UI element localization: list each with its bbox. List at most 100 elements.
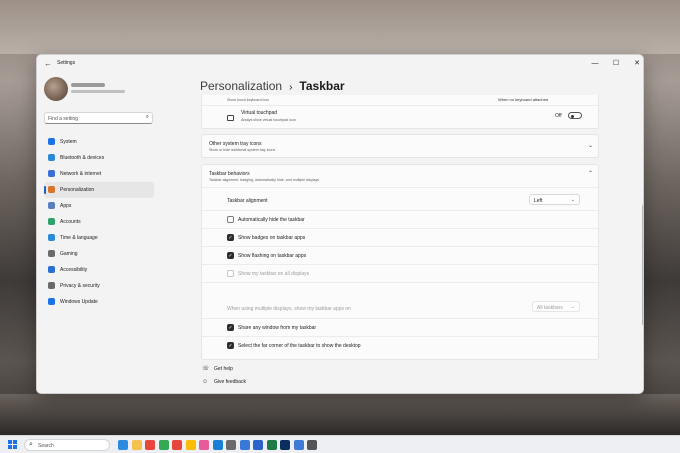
sidebar-item-bluetooth-devices[interactable]: Bluetooth & devices — [44, 150, 154, 166]
chevron-up-icon[interactable]: ⌃ — [588, 170, 593, 177]
controller-icon — [48, 250, 55, 257]
checkbox — [227, 270, 234, 277]
checkbox-label: Automatically hide the taskbar — [238, 217, 305, 223]
row-divider — [202, 318, 598, 319]
row-divider — [202, 210, 598, 211]
store-app-icon[interactable] — [239, 440, 250, 450]
notepad-app-icon[interactable] — [293, 440, 304, 450]
excel-app-icon[interactable] — [266, 440, 277, 450]
phone-link-app-icon[interactable] — [253, 440, 263, 450]
virtual-touchpad-title: Virtual touchpad — [241, 110, 278, 116]
minimize-button[interactable]: — — [589, 58, 601, 70]
brush-icon — [48, 186, 55, 193]
virtual-touchpad-toggle[interactable] — [568, 112, 582, 119]
person-icon — [48, 218, 55, 225]
wallpaper-rock — [0, 394, 680, 435]
checkbox-label: Show flashing on taskbar apps — [238, 253, 307, 259]
sidebar-item-label: Accounts — [60, 219, 81, 225]
photoshop-app-icon[interactable] — [280, 440, 290, 450]
monitor-icon — [48, 138, 55, 145]
edge-app-icon[interactable] — [118, 440, 128, 450]
row-divider — [202, 264, 598, 265]
sidebar-item-label: Network & internet — [60, 171, 102, 177]
maximize-button[interactable]: ☐ — [610, 58, 622, 70]
sidebar-item-label: System — [60, 139, 77, 145]
shield-icon — [48, 282, 55, 289]
get-help-link[interactable]: Get help — [214, 366, 233, 372]
settings-window: ← Settings — ☐ ✕ ⌕ System Bluetooth & dev… — [36, 54, 644, 394]
search-icon[interactable]: ⌕ — [146, 114, 149, 121]
user-email-blurred — [71, 90, 125, 93]
taskbar-search[interactable]: ⌕ Search — [24, 439, 110, 451]
checkbox-label: Show my taskbar on all displays — [238, 271, 310, 277]
page-title: Taskbar — [299, 79, 345, 93]
sidebar-item-label: Time & language — [60, 235, 98, 241]
file-explorer-app-icon[interactable] — [131, 440, 142, 450]
settings-app-icon[interactable] — [226, 440, 236, 450]
behaviors-subtitle: Taskbar alignment, badging, automaticall… — [209, 178, 320, 182]
checkbox[interactable]: ✓ — [227, 324, 234, 331]
sidebar-item-label: Apps — [60, 203, 72, 209]
touchpad-icon — [227, 115, 234, 121]
breadcrumb-parent[interactable]: Personalization — [200, 79, 282, 93]
help-icon: ☏ — [202, 366, 210, 372]
chrome-app-icon[interactable] — [158, 440, 169, 450]
multi-display-label: When using multiple displays, show my ta… — [227, 306, 351, 312]
sidebar-item-label: Bluetooth & devices — [60, 155, 105, 161]
scrollbar[interactable] — [642, 205, 643, 325]
checkbox[interactable]: ✓ — [227, 252, 234, 259]
wifi-icon — [48, 170, 55, 177]
sidebar-item-label: Personalization — [60, 187, 95, 193]
sidebar-item-time-language[interactable]: Time & language — [44, 230, 154, 246]
alignment-dropdown[interactable]: Left ⌄ — [529, 194, 580, 205]
checkbox[interactable]: ✓ — [227, 234, 234, 241]
checkbox-label: Select the far corner of the taskbar to … — [238, 343, 361, 349]
breadcrumb-separator: › — [289, 82, 293, 93]
sidebar-item-windows-update[interactable]: Windows Update — [44, 294, 154, 310]
chrome-app-icon[interactable] — [145, 440, 155, 450]
search-box[interactable]: ⌕ — [44, 112, 153, 124]
sidebar-item-label: Gaming — [60, 251, 78, 257]
checkbox[interactable] — [227, 216, 234, 223]
touch-keyboard-value[interactable]: When no keyboard attached — [498, 97, 548, 102]
apps-icon — [48, 202, 55, 209]
checkbox[interactable]: ✓ — [227, 342, 234, 349]
sidebar-item-system[interactable]: System — [44, 134, 154, 150]
other-tray-title: Other system tray icons — [209, 141, 262, 147]
settings-gear-app-icon[interactable] — [307, 440, 317, 450]
back-button[interactable]: ← — [43, 59, 53, 69]
sidebar-item-accounts[interactable]: Accounts — [44, 214, 154, 230]
avatar[interactable] — [44, 77, 68, 101]
settings-content: Show touch keyboard icon When no keyboar… — [201, 95, 599, 393]
system-tray-card: Show touch keyboard icon When no keyboar… — [201, 95, 599, 129]
chrome-app-icon[interactable] — [185, 440, 196, 450]
wallpaper-snow — [0, 0, 680, 54]
sidebar-item-apps[interactable]: Apps — [44, 198, 154, 214]
sidebar-nav: System Bluetooth & devices Network & inter… — [44, 134, 154, 310]
taskbar-behaviors-card: Taskbar behaviors Taskbar alignment, bad… — [201, 164, 599, 360]
chevron-down-icon: ⌄ — [570, 304, 575, 310]
windows-start-button[interactable] — [8, 440, 18, 450]
give-feedback-link[interactable]: Give feedback — [214, 379, 246, 385]
taskbar-search-label: Search — [38, 443, 54, 449]
chevron-down-icon[interactable]: ⌄ — [588, 142, 593, 149]
row-divider — [202, 228, 598, 229]
sidebar-item-gaming[interactable]: Gaming — [44, 246, 154, 262]
paint-app-icon[interactable] — [199, 440, 209, 450]
sidebar-item-privacy-security[interactable]: Privacy & security — [44, 278, 154, 294]
sidebar-item-personalization[interactable]: Personalization — [44, 182, 154, 198]
edge-dev-app-icon[interactable] — [212, 440, 223, 450]
multi-display-dropdown[interactable]: All taskbars ⌄ — [532, 301, 580, 312]
virtual-touchpad-subtitle: Always show virtual touchpad icon — [241, 118, 296, 122]
sidebar-item-network-internet[interactable]: Network & internet — [44, 166, 154, 182]
close-button[interactable]: ✕ — [631, 58, 643, 70]
chrome-app-icon[interactable] — [172, 440, 182, 450]
row-divider — [202, 246, 598, 247]
sidebar-item-label: Privacy & security — [60, 283, 100, 289]
window-title: Settings — [57, 60, 76, 66]
update-icon — [48, 298, 55, 305]
behaviors-title: Taskbar behaviors — [209, 171, 250, 177]
sidebar-item-accessibility[interactable]: Accessibility — [44, 262, 154, 278]
other-tray-card[interactable]: Other system tray icons Show or hide add… — [201, 134, 599, 158]
search-input[interactable] — [48, 114, 136, 123]
